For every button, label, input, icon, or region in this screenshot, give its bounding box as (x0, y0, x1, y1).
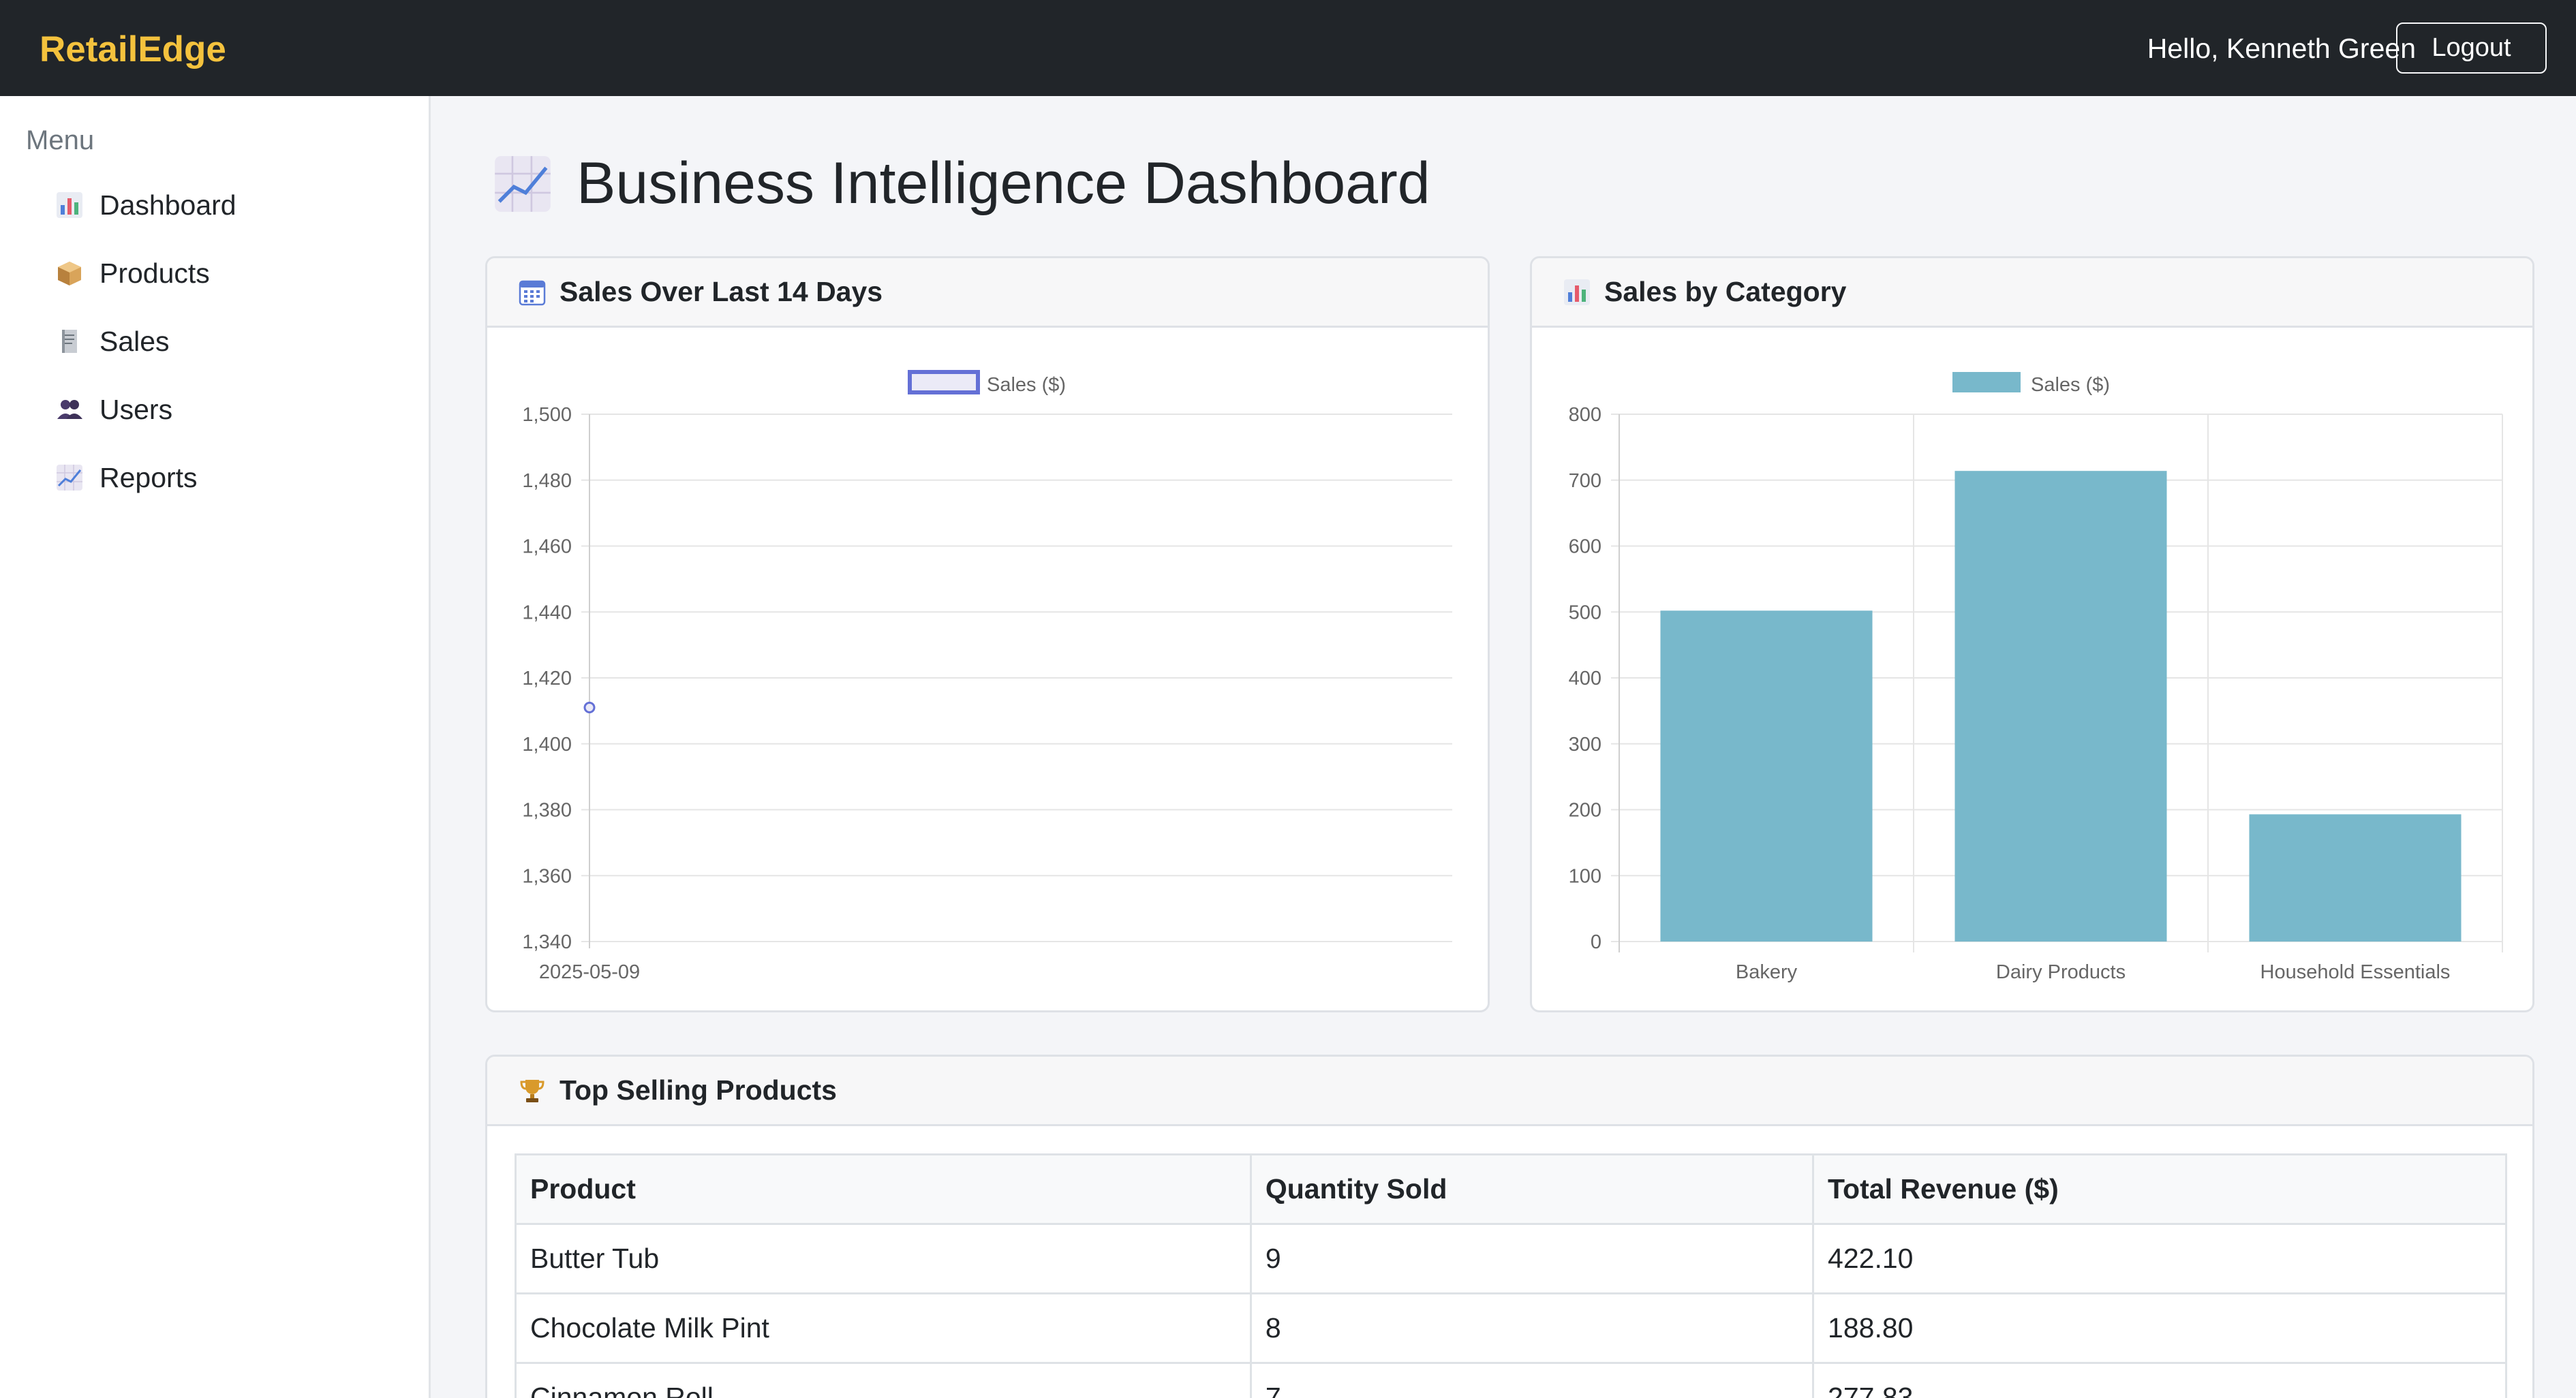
table-header-row: Product Quantity Sold Total Revenue ($) (515, 1153, 2507, 1225)
revenue-cell: 277.83 (1812, 1362, 2507, 1398)
card-header: Top Selling Products (487, 1057, 2532, 1126)
column-header-quantity[interactable]: Quantity Sold (1249, 1153, 1815, 1225)
y-tick-label: 700 (1569, 470, 1601, 492)
quantity-cell: 8 (1249, 1292, 1815, 1364)
y-tick-label: 100 (1569, 865, 1601, 887)
table-row: Butter Tub 9 422.10 (515, 1223, 2507, 1294)
y-tick-label: 1,460 (522, 536, 572, 558)
quantity-cell: 9 (1249, 1223, 1815, 1294)
sidebar-item-label: Reports (99, 461, 198, 493)
trophy-icon (520, 1079, 545, 1102)
legend-label: Sales ($) (2031, 374, 2110, 396)
sidebar-item-users[interactable]: Users (56, 389, 172, 430)
trend-chart-icon (57, 465, 82, 491)
page-title: Business Intelligence Dashboard (493, 150, 1430, 217)
y-tick-label: 1,440 (522, 602, 572, 623)
sidebar-item-label: Products (99, 257, 210, 289)
sidebar-item-label: Sales (99, 325, 170, 357)
bar (2249, 814, 2462, 942)
y-tick-label: 200 (1569, 800, 1601, 822)
card-title: Sales Over Last 14 Days (559, 276, 883, 307)
x-tick-label: 2025-05-09 (539, 961, 640, 983)
user-greeting: Hello, Kenneth Green (2147, 33, 2416, 64)
data-point (583, 702, 596, 714)
product-cell: Chocolate Milk Pint (515, 1292, 1252, 1364)
y-tick-label: 1,380 (522, 800, 572, 822)
top-products-card: Top Selling Products Product Quantity So… (485, 1055, 2534, 1398)
legend-swatch (1952, 372, 2021, 392)
sidebar-item-products[interactable]: Products (56, 253, 210, 294)
y-tick-label: 1,400 (522, 734, 572, 756)
y-tick-label: 600 (1569, 536, 1601, 558)
package-icon (58, 262, 81, 285)
y-tick-label: 400 (1569, 668, 1601, 689)
product-cell: Cinnamon Roll (515, 1362, 1252, 1398)
sales-by-category-card: Sales by Category Sales ($) 0 100 200 300 400… (1530, 256, 2534, 1012)
bar (1660, 610, 1873, 942)
users-icon (57, 400, 82, 419)
x-tick-label: Household Essentials (2260, 961, 2451, 983)
page-title-text: Business Intelligence Dashboard (577, 151, 1430, 216)
sidebar: Menu Dashboard Products Sales Users Repo… (0, 96, 431, 1398)
y-tick-label: 1,420 (522, 668, 572, 689)
receipt-icon (62, 330, 77, 353)
table-row: Chocolate Milk Pint 8 188.80 (515, 1292, 2507, 1364)
card-header: Sales Over Last 14 Days (487, 258, 1488, 328)
top-products-table: Product Quantity Sold Total Revenue ($) … (515, 1153, 2507, 1398)
legend-swatch (908, 370, 980, 394)
calendar-icon (519, 280, 546, 305)
y-tick-label: 1,340 (522, 931, 572, 953)
sidebar-item-label: Dashboard (99, 189, 236, 221)
x-tick-label: Bakery (1736, 961, 1798, 983)
y-tick-label: 1,480 (522, 470, 572, 492)
bar-chart-icon (1564, 279, 1590, 305)
legend-label: Sales ($) (987, 374, 1066, 396)
sidebar-item-dashboard[interactable]: Dashboard (56, 185, 236, 226)
y-tick-label: 1,360 (522, 865, 572, 887)
card-title: Top Selling Products (559, 1074, 837, 1106)
column-header-product[interactable]: Product (515, 1153, 1252, 1225)
sales-line-chart: Sales ($) 1,340 1,360 1,380 1,400 1,420 1,440 1… (522, 370, 1452, 983)
product-cell: Butter Tub (515, 1223, 1252, 1294)
logout-button[interactable]: Logout (2396, 22, 2547, 74)
x-tick-label: Dairy Products (1996, 961, 2126, 983)
y-tick-label: 500 (1569, 602, 1601, 623)
brand-logo[interactable]: RetailEdge (40, 29, 226, 70)
sales-over-time-card: Sales Over Last 14 Days Sales ($) 1,340 1,… (485, 256, 1490, 1012)
bar-chart-icon (57, 192, 82, 218)
category-bar-chart: Sales ($) 0 100 200 300 400 500 600 700 800 Bakery… (1569, 372, 2503, 983)
card-title: Sales by Category (1604, 276, 1847, 307)
sidebar-item-label: Users (99, 393, 173, 425)
column-header-revenue[interactable]: Total Revenue ($) (1812, 1153, 2507, 1225)
table-row: Cinnamon Roll 7 277.83 (515, 1362, 2507, 1398)
y-tick-label: 1,500 (522, 404, 572, 426)
revenue-cell: 188.80 (1812, 1292, 2507, 1364)
sidebar-item-sales[interactable]: Sales (56, 321, 170, 362)
sidebar-menu-title: Menu (26, 125, 95, 155)
sidebar-item-reports[interactable]: Reports (56, 457, 198, 498)
quantity-cell: 7 (1249, 1362, 1815, 1398)
card-header: Sales by Category (1532, 258, 2532, 328)
y-tick-label: 0 (1591, 931, 1601, 953)
revenue-cell: 422.10 (1812, 1223, 2507, 1294)
bar (1954, 471, 2167, 942)
y-tick-label: 300 (1569, 734, 1601, 756)
trend-chart-icon (495, 155, 551, 212)
top-navbar: RetailEdge Hello, Kenneth Green Logout (0, 0, 2576, 96)
y-tick-label: 800 (1569, 404, 1601, 426)
